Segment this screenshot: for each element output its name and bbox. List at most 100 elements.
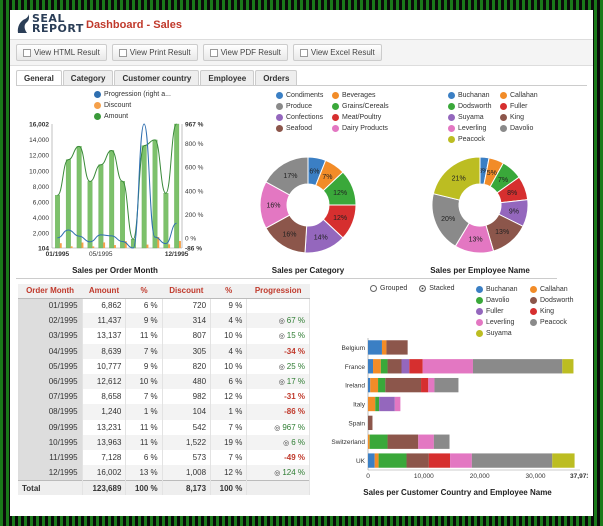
country-bar-segment [370,377,379,393]
legend-item: Peacock [530,317,588,328]
legend-item: Dairy Products [332,123,402,134]
legend-label: Condiments [286,92,324,99]
tab-category[interactable]: Category [62,70,114,86]
progression-line [57,123,177,249]
table-row: 01/1995 6,862 6 % 720 9 % [18,298,310,314]
discount-bar [70,246,73,248]
table-header-row: Order Month Amount % Discount % Progress… [18,284,310,299]
x-tick-label: 0 [366,473,370,480]
tab-general[interactable]: General [16,70,62,86]
legend-item: Buchanan [476,284,528,295]
month-chart: 16,002 14,000 12,000 10,000 8,000 6,000 4,000 2… [29,122,204,259]
x-tick-label: 37,971 [570,473,588,480]
cell-amount-pct: 6 % [125,449,163,466]
legend-swatch [530,297,537,304]
country-bar-segment [368,359,374,374]
country-bar-segment [368,434,370,449]
cell-discount: 820 [162,358,212,374]
progression-value: -49 % [284,452,305,462]
cell-amount-pct: 7 % [125,343,163,359]
cell-amount: 16,002 [82,465,127,481]
col-progression[interactable]: Progression [246,284,310,299]
cell-amount-pct: 1 % [125,404,163,420]
discount-bar [81,242,84,248]
legend-label: Beverages [342,92,376,99]
country-bar-segment [428,453,451,468]
progression-value: 17 % [286,377,305,387]
col-discount-pct[interactable]: % [210,284,247,299]
stacked-label: Stacked [429,285,455,292]
legend-label: Seafood [286,125,313,132]
total-cell-amount: 123,689 [82,479,127,496]
country-bar-segment [368,377,371,393]
country-bar-segment [375,396,380,412]
tab-employee[interactable]: Employee [200,70,255,86]
legend-swatch [276,114,283,121]
y-right-tick-label: 400 % [185,188,204,195]
amount-bar [87,181,93,249]
legend-swatch [500,92,507,99]
country-bar-segment [472,359,563,374]
country-bar-segment [387,359,402,374]
legend-label: Callahan [540,286,568,293]
progression-value: 15 % [286,331,305,341]
up-trend-icon: ◎ [278,333,287,341]
view-print-button[interactable]: View Print Result [111,44,198,61]
legend-swatch [332,92,339,99]
category-donut-chart: 6%7% 12% 12% 14% 16% 16% 17% [259,156,357,254]
col-discount[interactable]: Discount [162,284,211,299]
cell-order-month: 09/1995 [18,419,83,435]
cell-order-month: 04/1995 [18,343,83,359]
total-cell-discount-pct: 100 % [210,479,248,496]
country-chart-legend: Buchanan Callahan Davolio Dodsworth Fuller Ki… [476,284,588,339]
donut-slice-label: 5% [487,170,497,177]
donut-slice-label: 12% [333,215,347,222]
tab-orders[interactable]: Orders [255,70,298,86]
legend-swatch [500,103,507,110]
view-excel-button[interactable]: View Excel Result [292,44,382,61]
legend-swatch [448,92,455,99]
cell-discount: 104 [162,404,212,420]
grouped-radio[interactable]: Grouped [370,285,407,292]
cell-amount-pct: 11 % [125,434,163,450]
legend-label: King [540,308,555,315]
progression-value: -31 % [284,392,305,402]
stacked-radio[interactable]: Stacked [419,285,455,292]
country-bar-segment [368,396,376,412]
legend-swatch [500,114,507,121]
amount-bar [141,145,147,249]
cell-amount: 13,963 [82,434,127,450]
view-html-button[interactable]: View HTML Result [16,44,107,61]
view-pdf-button[interactable]: View PDF Result [202,44,288,61]
legend-label: Leverling [458,125,487,132]
y-left-tick-label: 6,000 [33,200,50,207]
tab-customer-country[interactable]: Customer country [114,70,200,86]
legend-label: King [510,114,525,121]
page-title: Dashboard - Sales [86,19,182,31]
cell-discount: 720 [162,298,212,314]
cell-amount-pct: 13 % [125,465,163,481]
cell-order-month: 01/1995 [18,298,83,314]
amount-bar [55,195,60,249]
y-left-tick-label: 8,000 [33,184,50,191]
col-order-month[interactable]: Order Month [18,284,83,299]
legend-swatch [94,102,101,109]
y-left-tick-label: 4,000 [33,215,50,222]
country-label: Switzerland [331,439,365,446]
donut-slice-label: 16% [266,203,280,210]
legend-label: Buchanan [486,286,518,293]
legend-item: Confections [276,112,328,123]
cell-discount-pct: 9 % [210,298,248,314]
legend-item: Suyama [448,112,498,123]
cell-progression [246,298,310,314]
x-tick-label: 12/1995 [165,251,189,258]
cell-progression: ◎ 124 % [246,465,310,481]
y-left-tick-label: 2,000 [33,231,50,238]
col-amount[interactable]: Amount [82,284,126,299]
donut-slice-label: 6% [309,169,319,176]
cell-discount-pct: 1 % [210,404,248,420]
employee-chart-caption: Sales per Employee Name [430,266,530,275]
cell-amount: 1,240 [82,404,127,420]
col-amount-pct[interactable]: % [125,284,163,299]
country-bar-segment [381,340,387,355]
